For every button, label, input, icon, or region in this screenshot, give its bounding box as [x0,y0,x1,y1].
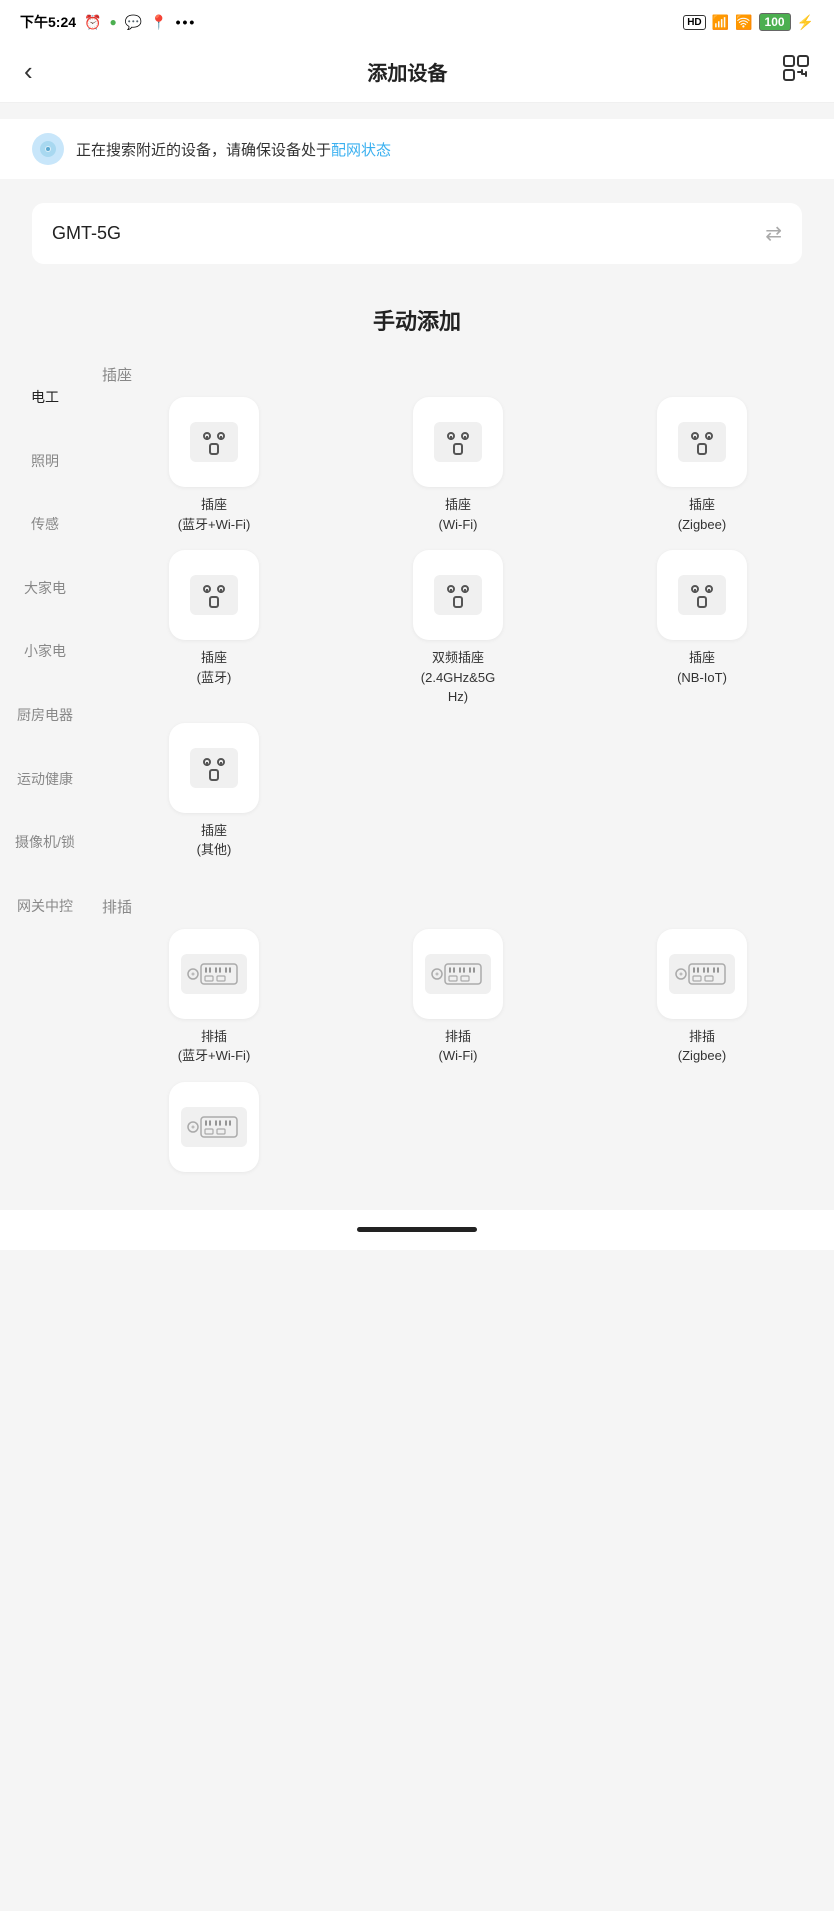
device-socket-bt[interactable]: 插座(蓝牙) [98,550,330,707]
sidebar-item-electrical[interactable]: 电工 [0,366,90,430]
socket-bt-wifi-label: 插座(蓝牙+Wi-Fi) [178,495,251,534]
socket-bt-icon-box [169,550,259,640]
battery-icon: 100 [759,13,791,31]
socket-grid-2: 插座(蓝牙) 双频插座(2.4GHz&5GHz) [90,550,826,723]
socket-other-icon-box [169,723,259,813]
loc-icon: 📍 [150,14,167,31]
socket-grid-1: 插座(蓝牙+Wi-Fi) 插座(Wi-Fi) [90,397,826,550]
sidebar: 电工 照明 传感 大家电 小家电 厨房电器 运动健康 摄像机/锁 网关中控 [0,356,90,1210]
sidebar-item-appliance[interactable]: 大家电 [0,557,90,621]
category-strip-label: 排插 [90,876,826,929]
sidebar-item-lighting[interactable]: 照明 [0,430,90,494]
wifi-switch-icon[interactable]: ⇄ [765,221,782,246]
alarm-icon: ⏰ [84,14,101,31]
page-title: 添加设备 [367,57,447,86]
device-socket-dual[interactable]: 双频插座(2.4GHz&5GHz) [342,550,574,707]
socket-bt-wifi-icon-box [169,397,259,487]
bottom-bar [0,1210,834,1250]
home-indicator [357,1227,477,1232]
strip-bt-wifi-label: 排插(蓝牙+Wi-Fi) [178,1027,251,1066]
device-socket-zigbee[interactable]: 插座(Zigbee) [586,397,818,534]
category-socket-label: 插座 [90,356,826,397]
manual-add-title: 手动添加 [0,276,834,356]
socket-bt-label: 插座(蓝牙) [197,648,232,687]
device-strip-gateway[interactable] [98,1082,330,1180]
sidebar-item-kitchen[interactable]: 厨房电器 [0,684,90,748]
strip-wifi-icon-box [413,929,503,1019]
socket-zigbee-label: 插座(Zigbee) [678,495,726,534]
device-strip-zigbee[interactable]: 排插(Zigbee) [586,929,818,1066]
time: 下午5:24 [20,12,76,32]
notice-icon [32,133,64,165]
back-button[interactable]: ‹ [20,52,37,91]
wifi-status-icon: 🛜 [735,14,752,31]
device-socket-nbiot[interactable]: 插座(NB-IoT) [586,550,818,707]
socket-nbiot-label: 插座(NB-IoT) [677,648,727,687]
sidebar-item-sports[interactable]: 运动健康 [0,748,90,812]
charging-icon: ⚡ [797,14,814,31]
msg-icon: 💬 [125,14,142,31]
green-icon: ● [109,15,116,29]
signal-icon: 📶 [712,14,729,31]
strip-zigbee-icon-box [657,929,747,1019]
socket-grid-3: 插座(其他) [90,723,826,876]
notice-text: 正在搜索附近的设备，请确保设备处于配网状态 [76,139,802,160]
device-socket-wifi[interactable]: 插座(Wi-Fi) [342,397,574,534]
wifi-name: GMT-5G [52,223,121,244]
strip-gateway-icon-box [169,1082,259,1172]
gateway-grid [90,1082,826,1210]
strip-grid: 排插(蓝牙+Wi-Fi) [90,929,826,1082]
strip-bt-wifi-icon-box [169,929,259,1019]
socket-other-label: 插座(其他) [197,821,232,860]
device-socket-other[interactable]: 插座(其他) [98,723,330,860]
device-strip-wifi[interactable]: 排插(Wi-Fi) [342,929,574,1066]
sidebar-item-camera[interactable]: 摄像机/锁 [0,811,90,875]
strip-zigbee-label: 排插(Zigbee) [678,1027,726,1066]
socket-nbiot-icon-box [657,550,747,640]
device-socket-bt-wifi[interactable]: 插座(蓝牙+Wi-Fi) [98,397,330,534]
main-content: 插座 插座(蓝牙+Wi-Fi) [90,356,834,1210]
more-icon: ••• [176,14,197,30]
notice-link[interactable]: 配网状态 [331,142,391,159]
socket-wifi-label: 插座(Wi-Fi) [439,495,478,534]
sidebar-item-sensor[interactable]: 传感 [0,493,90,557]
search-notice: 正在搜索附近的设备，请确保设备处于配网状态 [16,119,818,179]
sidebar-item-gateway[interactable]: 网关中控 [0,875,90,939]
device-strip-bt-wifi[interactable]: 排插(蓝牙+Wi-Fi) [98,929,330,1066]
socket-dual-label: 双频插座(2.4GHz&5GHz) [421,648,495,707]
status-bar: 下午5:24 ⏰ ● 💬 📍 ••• HD 📶 🛜 100 ⚡ [0,0,834,40]
sidebar-item-small-appliance[interactable]: 小家电 [0,620,90,684]
wifi-card[interactable]: GMT-5G ⇄ [32,203,802,264]
content-area: 电工 照明 传感 大家电 小家电 厨房电器 运动健康 摄像机/锁 网关中控 插座 [0,356,834,1210]
socket-zigbee-icon-box [657,397,747,487]
strip-wifi-label: 排插(Wi-Fi) [439,1027,478,1066]
socket-wifi-icon-box [413,397,503,487]
socket-dual-icon-box [413,550,503,640]
scan-button[interactable] [778,50,814,92]
nav-bar: ‹ 添加设备 [0,40,834,103]
hd-badge: HD [683,15,705,30]
